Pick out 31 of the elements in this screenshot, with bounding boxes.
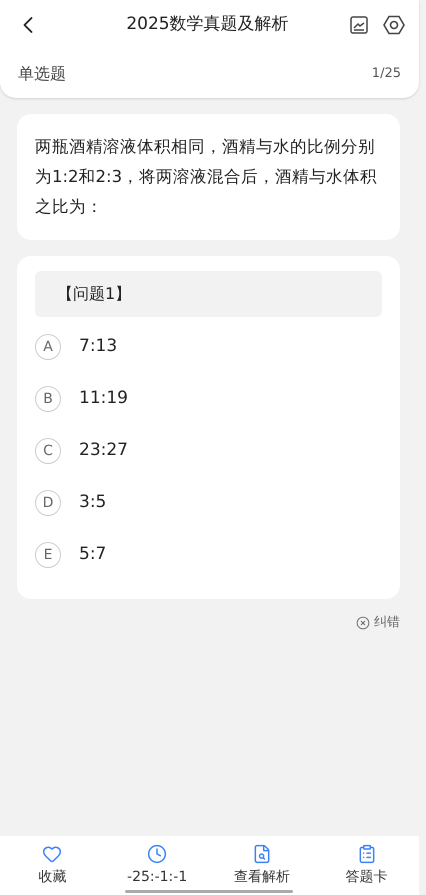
- answer-option[interactable]: E 5:7: [35, 529, 382, 581]
- option-text: 3:5: [79, 491, 106, 514]
- option-letter: B: [35, 386, 61, 412]
- heart-icon: [42, 844, 62, 864]
- question-heading: 【问题1】: [35, 271, 382, 317]
- bottom-tab[interactable]: -25:-1:-1: [112, 844, 202, 888]
- bottom-tab[interactable]: 答题卡: [322, 844, 412, 888]
- report-error-button[interactable]: 纠错: [356, 613, 400, 632]
- bottom-tab[interactable]: 收藏: [7, 844, 98, 888]
- question-type-label: 单选题: [18, 63, 66, 85]
- answer-option[interactable]: B 11:19: [35, 373, 382, 425]
- answer-option[interactable]: C 23:27: [35, 425, 382, 477]
- list-icon: [356, 844, 377, 864]
- answer-option[interactable]: A 7:13: [35, 321, 382, 373]
- question-text: 两瓶酒精溶液体积相同，酒精与水的比例分别为1:2和2:3，将两溶液混合后，酒精与水体积之比为：: [35, 136, 378, 218]
- option-text: 23:27: [79, 439, 128, 462]
- page-title: 2025数学真题及解析: [125, 13, 290, 36]
- option-letter: E: [35, 542, 61, 568]
- settings-icon[interactable]: [383, 14, 405, 36]
- option-letter: D: [35, 490, 61, 516]
- option-text: 7:13: [79, 335, 118, 358]
- document-search-icon: [252, 844, 272, 864]
- question-counter: 1/25: [372, 65, 401, 84]
- option-text: 5:7: [79, 543, 106, 566]
- clock-icon: [147, 844, 168, 864]
- answer-option[interactable]: D 3:5: [35, 477, 382, 529]
- option-letter: C: [35, 438, 61, 464]
- bottom-tab[interactable]: 查看解析: [216, 844, 307, 888]
- close-circle-icon: [356, 616, 370, 630]
- option-letter: A: [35, 334, 61, 360]
- option-text: 11:19: [79, 387, 128, 410]
